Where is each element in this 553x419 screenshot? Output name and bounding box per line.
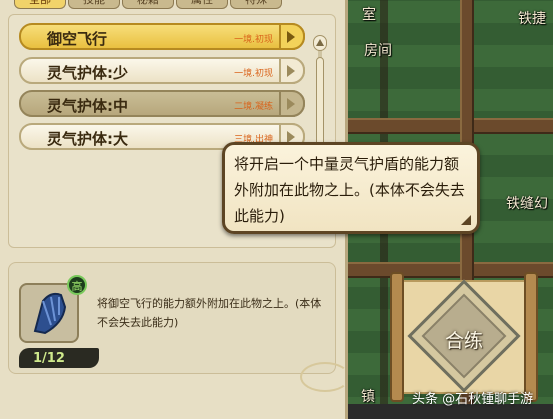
skill-realm: 一境.初现 <box>234 35 273 45</box>
skill-level: 1/12 <box>33 351 65 366</box>
map-label-room: 房间 <box>364 43 392 59</box>
combine-practice-button[interactable]: 合练 <box>390 272 538 402</box>
combine-practice-label: 合练 <box>444 330 483 352</box>
chevron-up-icon[interactable] <box>313 35 327 51</box>
caret-right-icon <box>287 31 295 43</box>
caret-right-icon <box>287 65 295 77</box>
skill-name: 御空飞行 <box>47 30 108 48</box>
tab-skills[interactable]: 技能 <box>68 0 120 9</box>
skill-name: 灵气护体:大 <box>47 130 128 148</box>
map-label-right-mid: 铁缝幻 <box>506 196 548 212</box>
skill-tooltip: 将开启一个中量灵气护盾的能力额外附加在此物之上。(本体不会失去此能力) <box>222 142 480 234</box>
row-expand-button[interactable] <box>279 57 305 84</box>
tab-attributes[interactable]: 属性 <box>176 0 228 9</box>
tooltip-corner-icon <box>461 215 471 225</box>
tab-all[interactable]: 全部 <box>14 0 66 9</box>
tab-bar: 全部 技能 秘籍 属性 特殊 <box>14 0 282 9</box>
row-expand-button[interactable] <box>279 90 305 117</box>
skill-row[interactable]: 灵气护体:少 一境.初现 <box>19 57 305 84</box>
row-expand-button[interactable] <box>279 23 305 50</box>
skill-realm: 二境.凝练 <box>234 102 273 112</box>
skill-detail: 高 1/12 将御空飞行的能力额外附加在此物之上。(本体不会失去此能力) <box>8 262 336 374</box>
tab-secrets[interactable]: 秘籍 <box>122 0 174 9</box>
watermark: 头条 @石秋锺聊手游 <box>412 392 534 407</box>
skill-realm: 一境.初现 <box>234 69 273 79</box>
grade-badge: 高 <box>67 275 87 295</box>
map-label-bottom-left: 镇 <box>361 389 375 405</box>
skill-row[interactable]: 灵气护体:中 二境.凝练 <box>19 90 305 117</box>
cloud-ornament <box>300 362 350 392</box>
caret-right-icon <box>287 98 295 110</box>
skill-row[interactable]: 御空飞行 一境.初现 <box>19 23 305 50</box>
tab-special[interactable]: 特殊 <box>230 0 282 9</box>
skill-description: 将御空飞行的能力额外附加在此物之上。(本体不会失去此能力) <box>97 297 322 329</box>
skill-name: 灵气护体:少 <box>47 64 128 82</box>
map-wall <box>340 118 553 134</box>
tooltip-text: 将开启一个中量灵气护盾的能力额外附加在此物之上。(本体不会失去此能力) <box>234 155 465 225</box>
map-label-top-right: 铁捷 <box>518 11 546 27</box>
skill-name: 灵气护体:中 <box>47 97 128 115</box>
map-label-top-left: 室 <box>362 7 376 23</box>
